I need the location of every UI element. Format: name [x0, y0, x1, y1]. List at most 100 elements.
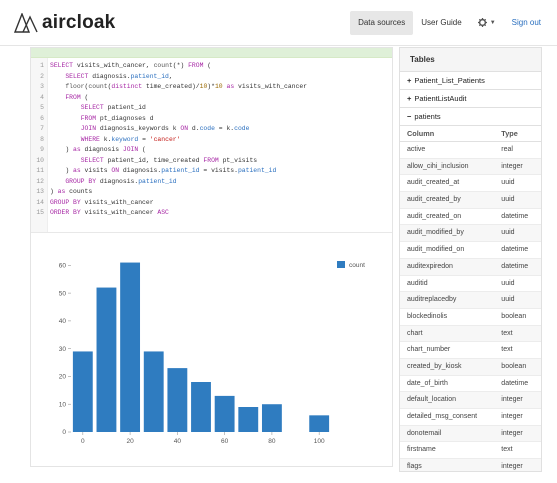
column-row[interactable]: auditid uuid [400, 276, 541, 293]
code-line[interactable]: 13) as counts [31, 187, 392, 198]
column-type: boolean [501, 362, 527, 370]
column-row[interactable]: date_of_birth datetime [400, 376, 541, 393]
bar[interactable] [214, 395, 235, 432]
sign-out-link[interactable]: Sign out [504, 11, 549, 35]
code-line[interactable]: 12 GROUP BY diagnosis.patient_id [31, 177, 392, 188]
column-row[interactable]: audit_created_by uuid [400, 192, 541, 209]
line-number: 14 [36, 198, 44, 206]
line-number: 4 [40, 93, 44, 101]
nav-data-sources[interactable]: Data sources [350, 11, 414, 35]
bar[interactable] [120, 262, 141, 432]
column-row[interactable]: audit_created_on datetime [400, 209, 541, 226]
column-name: active [407, 146, 426, 153]
sql-editor[interactable]: 1 SELECT visits_with_cancer, count(*) FRO… [31, 58, 392, 232]
column-row[interactable]: created_by_kiosk boolean [400, 358, 541, 376]
line-number: 2 [40, 72, 44, 80]
code-line[interactable]: 6 FROM pt_diagnoses d [31, 114, 392, 125]
column-header-name: Column [407, 129, 435, 138]
bar[interactable] [96, 287, 117, 432]
column-row[interactable]: auditexpiredon datetime [400, 258, 541, 276]
column-row[interactable]: auditreplacedby uuid [400, 292, 541, 309]
columns-header: Column Type [400, 126, 541, 142]
code-text: ) as diagnosis JOIN ( [50, 146, 146, 153]
code-line[interactable]: 15 ORDER BY visits_with_cancer ASC [31, 208, 392, 219]
column-type: datetime [501, 246, 529, 254]
aircloak-logo-icon [14, 13, 38, 33]
code-text: GROUP BY diagnosis.patient_id [65, 177, 177, 185]
column-type: integer [501, 429, 523, 437]
column-row[interactable]: active real [400, 142, 541, 159]
column-row[interactable]: blockedinolis boolean [400, 309, 541, 326]
brand-logo[interactable]: aircloak [14, 10, 115, 36]
column-row[interactable]: chart text [400, 325, 541, 343]
bar[interactable] [238, 407, 259, 432]
column-name: chart [407, 329, 423, 337]
bar[interactable] [72, 351, 93, 432]
code-text: SELECT patient_id [80, 104, 146, 111]
code-text: GROUP BY visits_with_cancer [50, 198, 154, 206]
code-line[interactable]: 5 SELECT patient_id [31, 103, 392, 114]
column-name: firstname [407, 446, 436, 454]
column-row[interactable]: audit_modified_on datetime [400, 242, 541, 259]
table-item-patientlistaudit[interactable]: + PatientListAudit [400, 90, 541, 108]
column-row[interactable]: chart_number text [400, 342, 541, 359]
code-line[interactable]: 8 WHERE k.keyword = 'cancer' [31, 135, 392, 146]
column-row[interactable]: allow_cihi_inclusion integer [400, 158, 541, 176]
code-line[interactable]: 2 SELECT diagnosis.patient_id, [31, 72, 392, 83]
table-item-patients[interactable]: − patients [400, 108, 541, 126]
bar[interactable] [261, 404, 282, 432]
code-line[interactable]: 4 FROM ( [31, 93, 392, 104]
column-row[interactable]: audit_modified_by uuid [400, 225, 541, 243]
code-line[interactable]: 3 floor(count(distinct time_created)/10)… [31, 82, 392, 93]
column-name: audit_created_by [407, 196, 461, 204]
table-item-patient_list_patients[interactable]: + Patient_List_Patients [400, 72, 541, 90]
x-tick-label: 20 [126, 438, 134, 445]
code-line[interactable]: 11 ) as visits ON diagnosis.patient_id =… [31, 166, 392, 177]
table-name: Patient_List_Patients [414, 76, 485, 85]
bar[interactable] [191, 382, 211, 432]
settings-dropdown[interactable]: ▼ [470, 11, 504, 35]
x-tick-label: 0 [81, 438, 85, 445]
column-type: uuid [501, 229, 515, 237]
code-text: SELECT patient_id, time_created FROM pt_… [80, 156, 258, 164]
nav-user-guide[interactable]: User Guide [413, 11, 469, 35]
column-name: allow_cihi_inclusion [407, 162, 469, 170]
code-line[interactable]: 14 GROUP BY visits_with_cancer [31, 198, 392, 209]
column-type: boolean [501, 312, 527, 320]
column-row[interactable]: donotemail integer [400, 425, 541, 443]
y-tick-label: 60 [59, 263, 67, 270]
column-type: integer [501, 463, 523, 471]
top-navbar: aircloak Data sources User Guide ▼ Sign … [0, 0, 557, 46]
code-line[interactable]: 10 SELECT patient_id, time_created FROM … [31, 156, 392, 167]
column-type: integer [501, 413, 523, 420]
query-panel: 1 SELECT visits_with_cancer, count(*) FRO… [30, 47, 393, 467]
column-type: uuid [501, 296, 515, 304]
column-header-type: Type [501, 129, 518, 138]
bar[interactable] [167, 368, 188, 432]
column-name: audit_modified_by [407, 229, 464, 237]
legend-swatch [337, 261, 345, 268]
line-number: 1 [40, 62, 44, 69]
code-line[interactable]: 9 ) as diagnosis JOIN ( [31, 145, 392, 156]
line-number: 3 [40, 83, 44, 90]
code-text: ) as visits ON diagnosis.patient_id = vi… [50, 167, 277, 174]
table-name: patients [414, 112, 441, 121]
line-number: 10 [36, 156, 44, 164]
column-name: audit_created_at [407, 179, 460, 187]
column-name: auditreplacedby [407, 296, 457, 304]
bar[interactable] [143, 351, 164, 432]
code-text: floor(count(distinct time_created)/10)*1… [65, 83, 308, 90]
code-line[interactable]: 7 JOIN diagnosis_keywords k ON d.code = … [31, 124, 392, 135]
code-text: FROM ( [65, 93, 89, 101]
column-row[interactable]: default_location integer [400, 392, 541, 409]
column-row[interactable]: audit_created_at uuid [400, 175, 541, 193]
column-row[interactable]: firstname text [400, 442, 541, 460]
column-row[interactable]: flags integer [400, 459, 541, 471]
column-row[interactable]: detailed_msg_consent integer [400, 409, 541, 426]
column-type: integer [501, 396, 523, 404]
x-tick-label: 60 [221, 438, 229, 445]
bar[interactable] [309, 415, 330, 432]
column-name: created_by_kiosk [407, 362, 462, 370]
code-line[interactable]: 1 SELECT visits_with_cancer, count(*) FRO… [31, 61, 392, 72]
column-name: audit_created_on [407, 212, 462, 220]
